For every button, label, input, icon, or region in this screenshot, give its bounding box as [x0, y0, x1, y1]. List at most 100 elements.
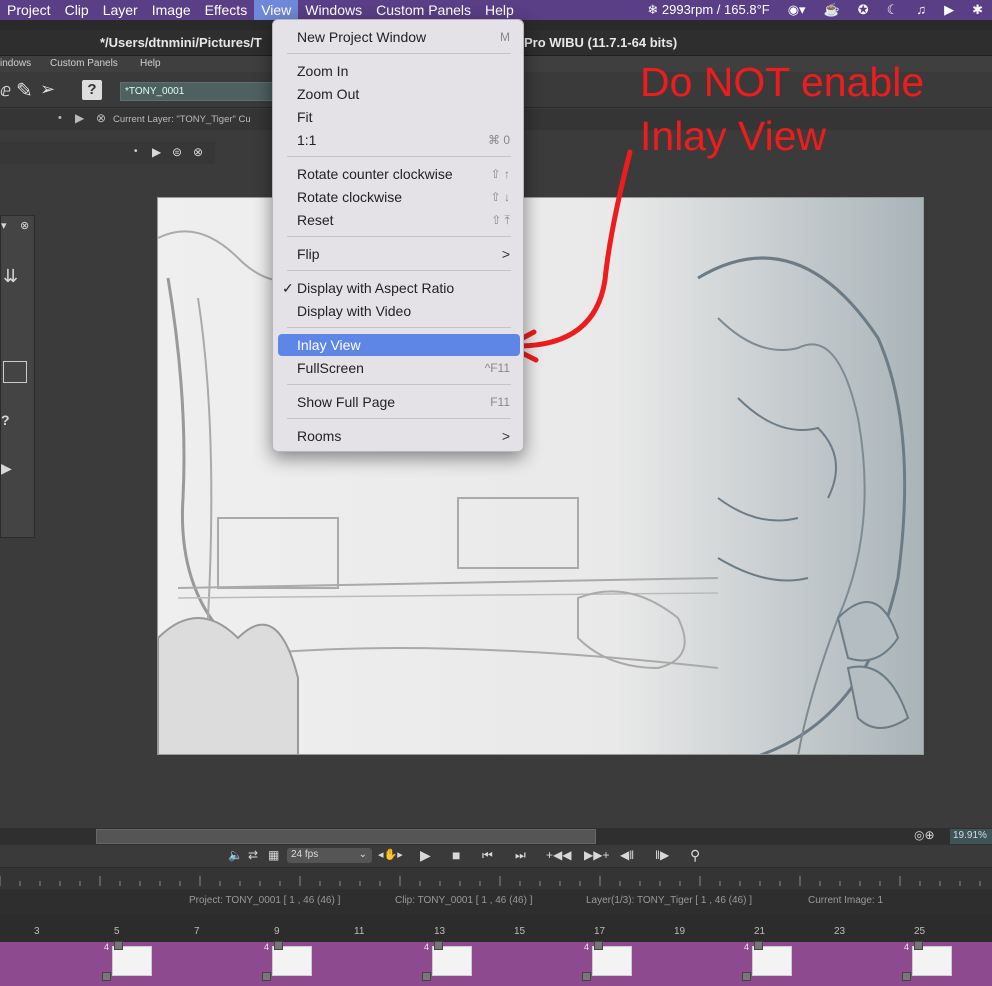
- record-icon[interactable]: ◉▾: [779, 0, 815, 20]
- menu-item-show-full-page[interactable]: Show Full Page F11: [278, 391, 520, 413]
- crop-icon[interactable]: [3, 361, 27, 383]
- keyframe-marker[interactable]: [422, 972, 431, 981]
- menu-effects[interactable]: Effects: [198, 0, 255, 20]
- timeline-ruler[interactable]: [0, 867, 992, 889]
- first-frame-icon[interactable]: ⏮: [482, 848, 493, 863]
- keyframe-marker[interactable]: [914, 941, 923, 950]
- menu-item-one-to-one[interactable]: 1:1 ⌘ 0: [278, 129, 520, 151]
- frame-thumbnail[interactable]: [912, 946, 952, 976]
- current-layer-label: Current Layer: "TONY_Tiger" Cu: [113, 114, 251, 125]
- close-icon[interactable]: ⊗: [96, 111, 106, 125]
- cup-icon[interactable]: ☕: [815, 0, 849, 20]
- close-icon[interactable]: ⊗: [193, 145, 203, 159]
- stop-icon[interactable]: ■: [452, 847, 460, 863]
- annotation-text: Do NOT enable Inlay View: [640, 55, 924, 163]
- edit-tool-icon[interactable]: ✎: [16, 78, 33, 103]
- menu-clip[interactable]: Clip: [58, 0, 96, 20]
- menu-project[interactable]: Project: [0, 0, 58, 20]
- frame-number: 11: [354, 926, 365, 937]
- last-frame-icon[interactable]: ⏭: [515, 848, 526, 863]
- keyframe-marker[interactable]: [114, 941, 123, 950]
- zoom-icon[interactable]: ◎⊕: [914, 828, 935, 842]
- menu-item-zoom-in[interactable]: Zoom In: [278, 60, 520, 82]
- prev-key-icon[interactable]: ◀‖: [620, 848, 634, 862]
- scrub-icon[interactable]: ◂✋▸: [378, 848, 403, 861]
- keyframe-marker[interactable]: [754, 941, 763, 950]
- menu-item-fullscreen[interactable]: FullScreen ^F11: [278, 357, 520, 379]
- add-key-icon[interactable]: +◀◀: [546, 848, 571, 862]
- frame-thumbnail[interactable]: [432, 946, 472, 976]
- frame-thumbnail[interactable]: [272, 946, 312, 976]
- keyframe-marker[interactable]: [102, 972, 111, 981]
- menu-custom-panels[interactable]: Custom Panels: [369, 0, 478, 20]
- menu-item-rotate-ccw[interactable]: Rotate counter clockwise ⇧ ↑: [278, 163, 520, 185]
- menu-item-reset[interactable]: Reset ⇧ ⤒: [278, 209, 520, 231]
- pen-tool-icon[interactable]: ⅇ: [0, 80, 11, 101]
- headphones-icon[interactable]: ♫: [907, 0, 935, 20]
- keyframe-marker[interactable]: [262, 972, 271, 981]
- layers-icon[interactable]: ⇊: [3, 266, 18, 287]
- close-icon[interactable]: ⊗: [20, 219, 29, 232]
- chevron-down-icon: ⌄: [358, 849, 367, 860]
- arrow-right-icon[interactable]: ▶: [1, 460, 12, 477]
- frame-thumbnail[interactable]: [752, 946, 792, 976]
- menu-view[interactable]: View: [254, 0, 299, 20]
- app-menu-help[interactable]: Help: [140, 58, 161, 69]
- fan-icon[interactable]: ❄ 2993rpm / 165.8°F: [638, 0, 778, 20]
- frame-number: 9: [274, 926, 280, 937]
- moon-icon[interactable]: ☾: [878, 0, 908, 20]
- next-key-icon[interactable]: ‖▶: [655, 848, 669, 862]
- fps-select[interactable]: 24 fps ⌄: [287, 848, 372, 863]
- help-icon[interactable]: ?: [82, 80, 102, 100]
- scrollbar-thumb[interactable]: [96, 829, 596, 844]
- grid-icon[interactable]: ▦: [268, 848, 279, 862]
- key-count: 4: [424, 942, 430, 952]
- bluetooth-icon[interactable]: ✱: [963, 0, 992, 20]
- menu-item-fit[interactable]: Fit: [278, 106, 520, 128]
- zoom-value[interactable]: 19.91%: [950, 829, 992, 844]
- menu-item-rotate-cw[interactable]: Rotate clockwise ⇧ ↓: [278, 186, 520, 208]
- keyframe-marker[interactable]: [274, 941, 283, 950]
- frame-thumbnail[interactable]: [592, 946, 632, 976]
- accessibility-icon[interactable]: ✪: [849, 0, 878, 20]
- app-menu-windows[interactable]: indows: [0, 58, 31, 69]
- menu-item-display-aspect-ratio[interactable]: ✓ Display with Aspect Ratio: [278, 277, 520, 299]
- key-count: 4: [744, 942, 750, 952]
- keyframe-marker[interactable]: [594, 941, 603, 950]
- question-icon[interactable]: ?: [1, 412, 10, 428]
- menu-item-new-project-window[interactable]: New Project Window M: [278, 26, 520, 48]
- play-icon[interactable]: ▶: [75, 111, 84, 125]
- menu-circle-icon[interactable]: ⊜: [172, 145, 182, 159]
- dropdown-icon[interactable]: ▾: [1, 219, 7, 232]
- frame-thumbnail[interactable]: [112, 946, 152, 976]
- keyframe-marker[interactable]: [582, 972, 591, 981]
- view-menu-dropdown: New Project Window M Zoom In Zoom Out Fit…: [272, 19, 524, 452]
- menu-item-display-with-video[interactable]: Display with Video: [278, 300, 520, 322]
- frame-number-ruler[interactable]: 3 5 7 9 11 13 15 17 19 21 23 25: [0, 914, 992, 942]
- play-icon[interactable]: ▶: [420, 847, 431, 864]
- play-icon[interactable]: ▶: [152, 145, 161, 159]
- location-pin-icon[interactable]: ⚲: [690, 847, 700, 864]
- menu-item-flip[interactable]: Flip >: [278, 243, 520, 265]
- menu-item-inlay-view[interactable]: Inlay View: [278, 334, 520, 356]
- frame-number: 25: [914, 926, 926, 937]
- menu-item-zoom-out[interactable]: Zoom Out: [278, 83, 520, 105]
- keyframe-marker[interactable]: [902, 972, 911, 981]
- add-key-forward-icon[interactable]: ▶▶+: [584, 848, 609, 862]
- menu-image[interactable]: Image: [145, 0, 198, 20]
- keyframe-marker[interactable]: [742, 972, 751, 981]
- send-icon[interactable]: ➢: [40, 79, 55, 100]
- play-circle-icon[interactable]: ▶: [935, 0, 963, 20]
- project-name-field[interactable]: *TONY_0001: [120, 82, 280, 101]
- menu-item-rooms[interactable]: Rooms >: [278, 425, 520, 447]
- keyframe-marker[interactable]: [434, 941, 443, 950]
- menu-help[interactable]: Help: [478, 0, 521, 20]
- loop-icon[interactable]: ⇄: [248, 848, 258, 862]
- key-count: 4: [584, 942, 590, 952]
- frame-number: 7: [194, 926, 200, 937]
- menu-windows[interactable]: Windows: [298, 0, 369, 20]
- app-menu-custom-panels[interactable]: Custom Panels: [50, 58, 118, 69]
- speaker-icon[interactable]: 🔈: [228, 848, 243, 862]
- info-project: Project: TONY_0001 [ 1 , 46 (46) ]: [189, 895, 341, 906]
- menu-layer[interactable]: Layer: [96, 0, 145, 20]
